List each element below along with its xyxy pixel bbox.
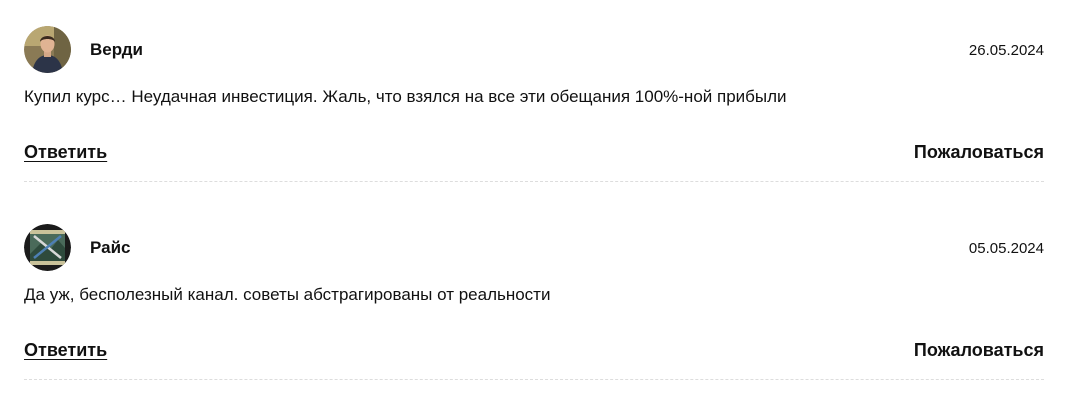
reply-button[interactable]: Ответить bbox=[24, 142, 107, 163]
divider bbox=[24, 181, 1044, 182]
report-button[interactable]: Пожаловаться bbox=[914, 142, 1044, 163]
comment-text: Да уж, бесполезный канал. советы абстраг… bbox=[24, 285, 551, 304]
comment-item: Райс 05.05.2024 Да уж, бесполезный канал… bbox=[24, 198, 1044, 381]
comment-date: 26.05.2024 bbox=[968, 42, 1044, 59]
reply-button[interactable]: Ответить bbox=[24, 340, 107, 361]
comment-author: Райс bbox=[90, 238, 131, 257]
comment-date: 05.05.2024 bbox=[968, 240, 1044, 257]
comment-item: Верди 26.05.2024 Купил курс… Неудачная и… bbox=[24, 0, 1044, 183]
report-button[interactable]: Пожаловаться bbox=[914, 340, 1044, 361]
user-photo-avatar-icon bbox=[24, 26, 71, 73]
comment-text: Купил курс… Неудачная инвестиция. Жаль, … bbox=[24, 87, 787, 106]
user-picture-avatar-icon bbox=[24, 224, 71, 271]
avatar[interactable] bbox=[24, 224, 71, 271]
comments-list: Верди 26.05.2024 Купил курс… Неудачная и… bbox=[0, 0, 1082, 409]
comment-author: Верди bbox=[90, 40, 143, 59]
avatar[interactable] bbox=[24, 26, 71, 73]
divider bbox=[24, 379, 1044, 380]
